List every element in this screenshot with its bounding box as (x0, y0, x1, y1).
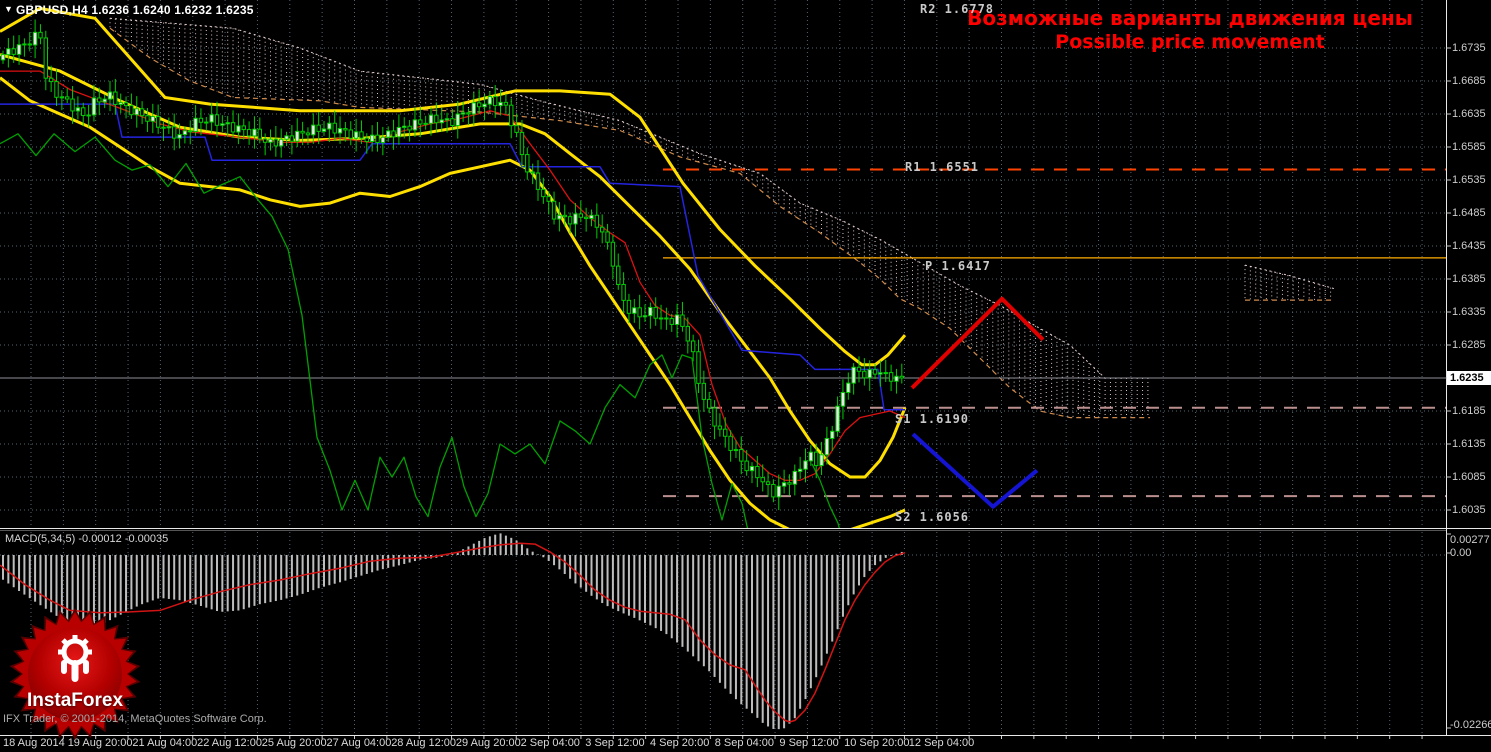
price-axis-label: 1.6285 (1452, 339, 1486, 351)
chart-dropdown-icon[interactable]: ▼ (4, 4, 13, 14)
price-axis-label: 1.6685 (1452, 75, 1486, 87)
pivot-label: S2 1.6056 (895, 510, 970, 524)
time-axis-label: 2 Sep 04:00 (520, 737, 580, 749)
time-axis-label: 9 Sep 12:00 (779, 737, 839, 749)
price-axis-label: 1.6735 (1452, 42, 1486, 54)
pivot-label: S1 1.6190 (895, 412, 970, 426)
time-axis-label: 21 Aug 04:00 (132, 737, 198, 749)
instaforex-logo-text: InstaForex (26, 690, 124, 711)
annotation-en: Possible price movement (1055, 31, 1325, 53)
price-axis-label: 1.6635 (1452, 108, 1486, 120)
macd-axis-zero: 0.00 (1450, 547, 1472, 559)
price-axis-label: 1.6535 (1452, 174, 1486, 186)
time-axis-label: 10 Sep 20:00 (844, 737, 910, 749)
price-axis-label: 1.6435 (1452, 240, 1486, 252)
price-axis-label: 1.6135 (1452, 438, 1486, 450)
time-axis-label: 4 Sep 20:00 (650, 737, 710, 749)
time-axis-label: 8 Sep 04:00 (714, 737, 775, 749)
price-axis-label: 1.6585 (1452, 141, 1486, 153)
time-axis-label: 25 Aug 20:00 (261, 737, 327, 749)
time-axis-label: 22 Aug 12:00 (197, 737, 262, 749)
time-axis-label: 27 Aug 04:00 (326, 737, 392, 749)
price-axis-label: 1.6185 (1452, 405, 1486, 417)
annotation-ru: Возможные варианты движения цены (967, 6, 1413, 30)
chart-window[interactable]: ▼ GBPUSD,H4 1.6236 1.6240 1.6232 1.6235 … (0, 0, 1491, 752)
price-chart-canvas[interactable] (0, 0, 1491, 752)
price-axis-label: 1.6035 (1452, 504, 1486, 516)
pivot-label: P 1.6417 (925, 259, 991, 273)
price-axis-label: 1.6335 (1452, 306, 1486, 318)
pivot-label: R2 1.6778 (920, 2, 995, 16)
price-axis-label: 1.6085 (1452, 471, 1486, 483)
price-axis-label: 1.6385 (1452, 273, 1486, 285)
symbol-title: GBPUSD,H4 1.6236 1.6240 1.6232 1.6235 (16, 3, 254, 17)
time-axis-label: 3 Sep 12:00 (585, 737, 645, 749)
macd-axis-max: 0.00277 (1450, 534, 1490, 546)
macd-axis-min: -0.02266 (1450, 719, 1491, 731)
copyright-text: IFX Trader, © 2001-2014, MetaQuotes Soft… (3, 713, 267, 725)
current-price-tag: 1.6235 (1447, 371, 1491, 385)
time-axis-label: 29 Aug 20:00 (455, 737, 521, 749)
time-axis-label: 12 Sep 04:00 (908, 737, 975, 749)
indicator-label: MACD(5,34,5) -0.00012 -0.00035 (5, 533, 169, 545)
pivot-label: R1 1.6551 (905, 160, 980, 174)
time-axis-label: 28 Aug 12:00 (391, 737, 457, 749)
price-axis-label: 1.6485 (1452, 207, 1486, 219)
